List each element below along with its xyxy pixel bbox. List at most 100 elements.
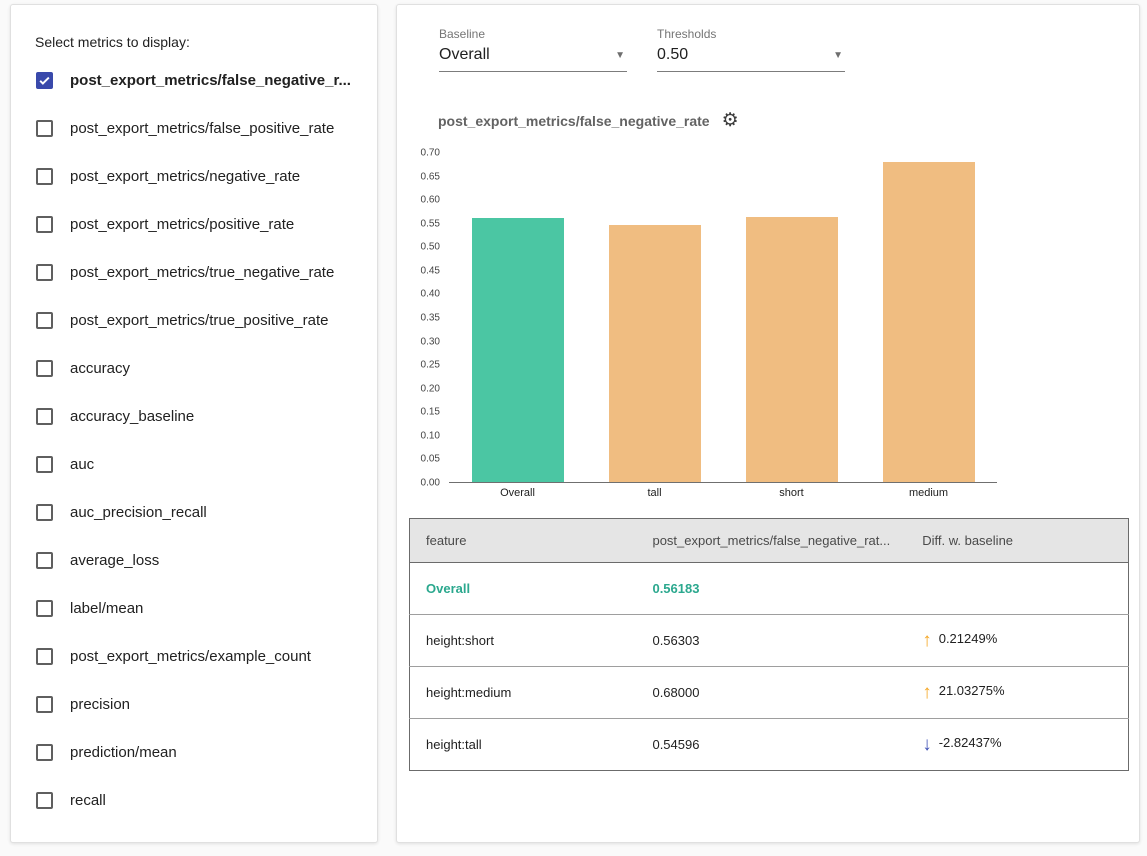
dropdown-arrow-icon: ▼ <box>615 50 625 61</box>
metric-checkbox-row[interactable]: accuracy <box>11 344 377 392</box>
metric-label: label/mean <box>70 600 143 617</box>
metric-label: precision <box>70 696 130 713</box>
x-axis-label: short <box>723 487 860 499</box>
table-row[interactable]: Overall0.56183 <box>410 563 1129 615</box>
metric-label: post_export_metrics/true_negative_rate <box>70 264 334 281</box>
baseline-select[interactable]: Baseline Overall ▼ <box>439 27 627 72</box>
diff-cell: ↑0.21249% <box>906 615 1128 667</box>
diff-value: -2.82437% <box>939 735 1002 750</box>
x-axis-label: medium <box>860 487 997 499</box>
metric-checkbox-row[interactable]: post_export_metrics/example_count <box>11 632 377 680</box>
metrics-list: post_export_metrics/false_negative_r...p… <box>11 56 377 824</box>
metric-label: post_export_metrics/false_positive_rate <box>70 120 334 137</box>
y-axis-label: 0.65 <box>421 171 440 182</box>
metrics-table: feature post_export_metrics/false_negati… <box>409 518 1129 771</box>
metric-checkbox-row[interactable]: post_export_metrics/false_positive_rate <box>11 104 377 152</box>
table-row[interactable]: height:medium0.68000↑21.03275% <box>410 667 1129 719</box>
table-header-feature: feature <box>410 519 637 563</box>
metric-checkbox-row[interactable]: post_export_metrics/true_negative_rate <box>11 248 377 296</box>
bar-chart: 0.000.050.100.150.200.250.300.350.400.45… <box>397 153 1001 499</box>
metrics-display-panel: Baseline Overall ▼ Thresholds 0.50 ▼ pos… <box>396 4 1140 843</box>
metric-checkbox-row[interactable]: post_export_metrics/negative_rate <box>11 152 377 200</box>
y-axis-label: 0.70 <box>421 148 440 159</box>
table-header-metric: post_export_metrics/false_negative_rat..… <box>636 519 906 563</box>
metric-checkbox-row[interactable]: post_export_metrics/true_positive_rate <box>11 296 377 344</box>
diff-cell <box>906 563 1128 615</box>
value-cell: 0.54596 <box>636 719 906 771</box>
table-header-row: feature post_export_metrics/false_negati… <box>410 519 1129 563</box>
table-row[interactable]: height:tall0.54596↓-2.82437% <box>410 719 1129 771</box>
y-axis: 0.000.050.100.150.200.250.300.350.400.45… <box>397 153 443 483</box>
checkbox[interactable] <box>36 648 53 665</box>
up-arrow-icon: ↑ <box>922 630 932 651</box>
bar-tall[interactable] <box>609 225 701 482</box>
metric-checkbox-row[interactable]: label/mean <box>11 584 377 632</box>
metrics-table-body: Overall0.56183height:short0.56303↑0.2124… <box>410 563 1129 771</box>
metric-label: auc_precision_recall <box>70 504 207 521</box>
feature-cell: height:short <box>410 615 637 667</box>
checkbox[interactable] <box>36 264 53 281</box>
y-axis-label: 0.35 <box>421 313 440 324</box>
value-cell: 0.68000 <box>636 667 906 719</box>
checkbox[interactable] <box>36 696 53 713</box>
thresholds-select[interactable]: Thresholds 0.50 ▼ <box>657 27 845 72</box>
dropdown-arrow-icon: ▼ <box>833 50 843 61</box>
settings-gear-icon[interactable]: ⚙ <box>722 111 739 130</box>
y-axis-label: 0.20 <box>421 383 440 394</box>
metric-checkbox-row[interactable]: auc <box>11 440 377 488</box>
metric-label: accuracy_baseline <box>70 408 194 425</box>
controls-bar: Baseline Overall ▼ Thresholds 0.50 ▼ <box>439 27 845 72</box>
diff-value: 21.03275% <box>939 683 1005 698</box>
y-axis-label: 0.40 <box>421 289 440 300</box>
bar-Overall[interactable] <box>472 218 564 482</box>
y-axis-label: 0.45 <box>421 265 440 276</box>
checkbox[interactable] <box>36 312 53 329</box>
checkbox[interactable] <box>36 168 53 185</box>
checkbox[interactable] <box>36 456 53 473</box>
feature-cell: Overall <box>410 563 637 615</box>
diff-cell: ↑ 21.03275% <box>906 667 1128 719</box>
metric-checkbox-row[interactable]: post_export_metrics/false_negative_r... <box>11 56 377 104</box>
table-row[interactable]: height:short0.56303↑0.21249% <box>410 615 1129 667</box>
metric-label: prediction/mean <box>70 744 177 761</box>
metric-checkbox-row[interactable]: auc_precision_recall <box>11 488 377 536</box>
x-axis-label: Overall <box>449 487 586 499</box>
plot-area <box>449 153 997 483</box>
feature-cell: height:tall <box>410 719 637 771</box>
metric-label: post_export_metrics/true_positive_rate <box>70 312 328 329</box>
bar-short[interactable] <box>746 217 838 482</box>
checkbox[interactable] <box>36 72 53 89</box>
metric-label: post_export_metrics/negative_rate <box>70 168 300 185</box>
metric-checkbox-row[interactable]: recall <box>11 776 377 824</box>
checkbox[interactable] <box>36 360 53 377</box>
y-axis-label: 0.15 <box>421 407 440 418</box>
checkbox[interactable] <box>36 120 53 137</box>
diff-cell: ↓-2.82437% <box>906 719 1128 771</box>
bar-medium[interactable] <box>883 162 975 482</box>
y-axis-label: 0.50 <box>421 242 440 253</box>
checkbox[interactable] <box>36 600 53 617</box>
checkbox[interactable] <box>36 216 53 233</box>
metric-label: recall <box>70 792 106 809</box>
y-axis-label: 0.55 <box>421 218 440 229</box>
baseline-select-label: Baseline <box>439 27 627 41</box>
metric-label: post_export_metrics/example_count <box>70 648 311 665</box>
checkbox[interactable] <box>36 744 53 761</box>
baseline-select-value: Overall <box>439 46 490 64</box>
checkbox[interactable] <box>36 504 53 521</box>
metric-checkbox-row[interactable]: precision <box>11 680 377 728</box>
checkbox[interactable] <box>36 792 53 809</box>
metric-checkbox-row[interactable]: average_loss <box>11 536 377 584</box>
checkbox[interactable] <box>36 408 53 425</box>
y-axis-label: 0.10 <box>421 430 440 441</box>
metric-checkbox-row[interactable]: accuracy_baseline <box>11 392 377 440</box>
y-axis-label: 0.60 <box>421 195 440 206</box>
y-axis-label: 0.00 <box>421 478 440 489</box>
up-arrow-icon: ↑ <box>922 682 932 703</box>
checkbox[interactable] <box>36 552 53 569</box>
y-axis-label: 0.25 <box>421 360 440 371</box>
metric-selector-panel: Select metrics to display: post_export_m… <box>10 4 378 843</box>
metric-checkbox-row[interactable]: post_export_metrics/positive_rate <box>11 200 377 248</box>
metric-label: accuracy <box>70 360 130 377</box>
metric-checkbox-row[interactable]: prediction/mean <box>11 728 377 776</box>
